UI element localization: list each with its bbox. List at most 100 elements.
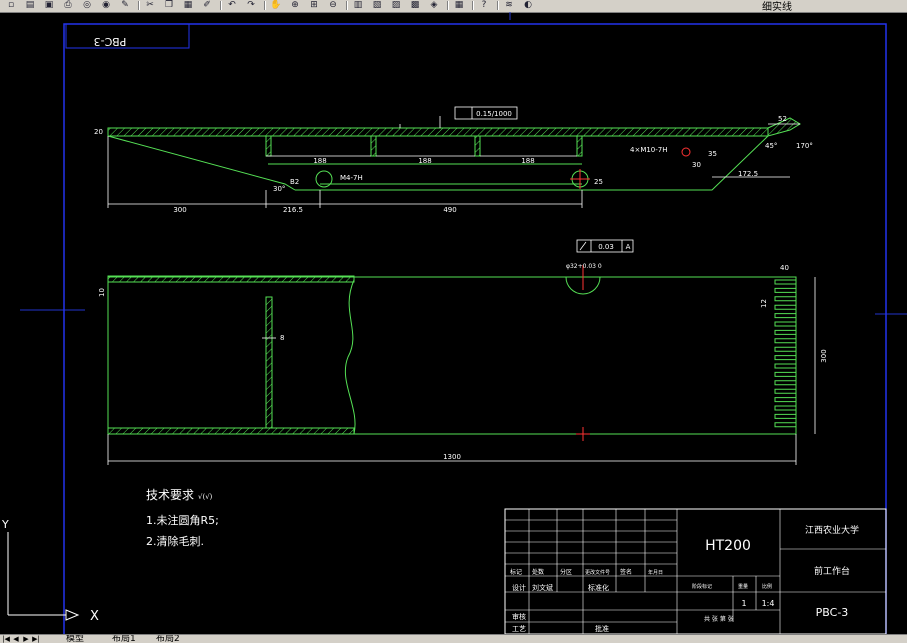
rib-2 xyxy=(370,135,377,157)
hole-dia-label: φ32+0.03 0 xyxy=(566,263,602,270)
plan-outline xyxy=(107,276,797,435)
title-row-label-3: 更改文件号 xyxy=(585,569,610,576)
title-header-2: 比例 xyxy=(762,583,772,590)
title-quantity: 1 xyxy=(741,599,746,608)
title-designer-name: 刘文斌 xyxy=(532,583,553,592)
flatness-value: 0.15/1000 xyxy=(476,110,512,118)
dim-20: 20 xyxy=(94,128,103,136)
plan-dimensions xyxy=(107,277,816,465)
thread-group-label: 4×M10-7H xyxy=(630,146,668,154)
plan-web xyxy=(265,296,273,429)
hole-left xyxy=(315,170,333,188)
part-label-box xyxy=(65,23,190,49)
paste-icon[interactable]: ▦ xyxy=(181,0,195,11)
dim-188-2: 188 xyxy=(418,157,431,165)
dim-30: 30 xyxy=(692,161,701,169)
zoom-window-icon[interactable]: ⊞ xyxy=(307,0,321,11)
drawing-canvas[interactable]: PBC-3 0.15/1000 B2 30° M4-7H 4×M10-7H 45… xyxy=(0,12,907,641)
toolbar-separator xyxy=(447,1,449,10)
part-label-mirrored: PBC-3 xyxy=(94,35,127,48)
dim-188-3: 188 xyxy=(521,157,534,165)
parallel-value: 0.03 xyxy=(598,243,614,251)
toolbar-separator xyxy=(472,1,474,10)
title-standard-label: 标准化 xyxy=(588,583,609,592)
title-row-label-1: 处数 xyxy=(532,568,544,576)
angle-45-label: 45° xyxy=(765,142,777,150)
title-university: 江西农业大学 xyxy=(805,524,859,536)
new-icon[interactable]: ▫ xyxy=(4,0,18,11)
dim-25: 25 xyxy=(594,178,603,186)
title-drawing-no: PBC-3 xyxy=(816,606,849,619)
dim-300: 300 xyxy=(173,206,186,214)
toolbar-separator xyxy=(346,1,348,10)
toolbar-separator xyxy=(220,1,222,10)
title-row-label-2: 分区 xyxy=(560,568,572,576)
dim-1300: 1300 xyxy=(443,453,461,461)
design-center-icon[interactable]: ▧ xyxy=(370,0,384,11)
title-row-label-4: 签名 xyxy=(620,568,632,576)
dim-40: 40 xyxy=(780,264,789,272)
title-material: HT200 xyxy=(705,538,751,554)
plan-view[interactable]: 0.03 A φ32+0.03 0 1300 300 40 12 8 10 xyxy=(98,239,828,465)
title-designer-label: 设计 xyxy=(512,583,526,592)
preview-icon[interactable]: ◎ xyxy=(80,0,94,11)
zoom-previous-icon[interactable]: ⊖ xyxy=(326,0,340,11)
publish-icon[interactable]: ◉ xyxy=(99,0,113,11)
sheet-set-icon[interactable]: ▩ xyxy=(408,0,422,11)
redo-icon[interactable]: ↷ xyxy=(244,0,258,11)
notes-surface-mark: √(√) xyxy=(198,493,213,501)
markup-icon[interactable]: ◈ xyxy=(427,0,441,11)
dim-12: 12 xyxy=(760,299,768,308)
plot-icon[interactable]: ✎ xyxy=(118,0,132,11)
dim-188-1: 188 xyxy=(313,157,326,165)
notes-item-1: 1.未注圆角R5; xyxy=(146,513,219,527)
angle-170-label: 170° xyxy=(796,142,813,150)
zoom-realtime-icon[interactable]: ⊕ xyxy=(288,0,302,11)
crosshair xyxy=(20,12,907,315)
dim-10-left: 10 xyxy=(98,288,106,297)
title-process-label: 工艺 xyxy=(512,625,526,633)
toolbar-separator xyxy=(138,1,140,10)
title-part-name: 前工作台 xyxy=(814,565,850,577)
match-properties-icon[interactable]: ✐ xyxy=(200,0,214,11)
elevation-view[interactable]: 0.15/1000 B2 30° M4-7H 4×M10-7H 45° 170°… xyxy=(94,106,813,214)
calculator-icon[interactable]: ▦ xyxy=(452,0,466,11)
notes-title: 技术要求 xyxy=(146,488,194,502)
top-plate xyxy=(107,127,769,137)
datum-ref: A xyxy=(626,243,631,251)
dim-172-5: 172.5 xyxy=(738,170,758,178)
help-icon[interactable]: ? xyxy=(477,0,491,11)
cut-icon[interactable]: ✂ xyxy=(143,0,157,11)
dim-490: 490 xyxy=(443,206,456,214)
dim-8-web: 8 xyxy=(280,334,284,342)
title-row-label-0: 标记 xyxy=(510,568,522,576)
angle-30-label: 30° xyxy=(273,185,285,193)
copy-icon[interactable]: ❐ xyxy=(162,0,176,11)
open-icon[interactable]: ▤ xyxy=(23,0,37,11)
dim-216-5: 216.5 xyxy=(283,206,303,214)
pan-icon[interactable]: ✋ xyxy=(269,0,283,11)
title-header-1: 重量 xyxy=(738,583,748,590)
notes-item-2: 2.清除毛刺. xyxy=(146,534,204,548)
save-icon[interactable]: ▣ xyxy=(42,0,56,11)
print-icon[interactable]: ⎙ xyxy=(61,0,75,11)
ucs-icon: X Y xyxy=(1,518,99,624)
title-approve-label: 批准 xyxy=(595,624,609,633)
properties-icon[interactable]: ▥ xyxy=(351,0,365,11)
plan-top-hatch xyxy=(107,275,355,283)
dim-300-plan: 300 xyxy=(820,349,828,362)
comb-teeth xyxy=(774,279,796,428)
undo-icon[interactable]: ↶ xyxy=(225,0,239,11)
toolbar-separator xyxy=(264,1,266,10)
rib-3 xyxy=(474,135,481,157)
layer-manager-icon[interactable]: ≋ xyxy=(502,0,516,11)
break-line xyxy=(344,279,356,435)
parallel-symbol xyxy=(579,241,587,251)
thread-small-label: M4-7H xyxy=(340,174,363,182)
layer-state-icon[interactable]: ◐ xyxy=(521,0,535,11)
tech-notes: 技术要求 √(√) 1.未注圆角R5; 2.清除毛刺. xyxy=(146,488,219,548)
ucs-y-label: Y xyxy=(1,518,9,531)
title-block: HT200 江西农业大学 前工作台 PBC-3 1 1:4 设计 刘文斌 标准化… xyxy=(504,508,887,635)
tool-palettes-icon[interactable]: ▨ xyxy=(389,0,403,11)
weld-label: B2 xyxy=(290,178,299,186)
